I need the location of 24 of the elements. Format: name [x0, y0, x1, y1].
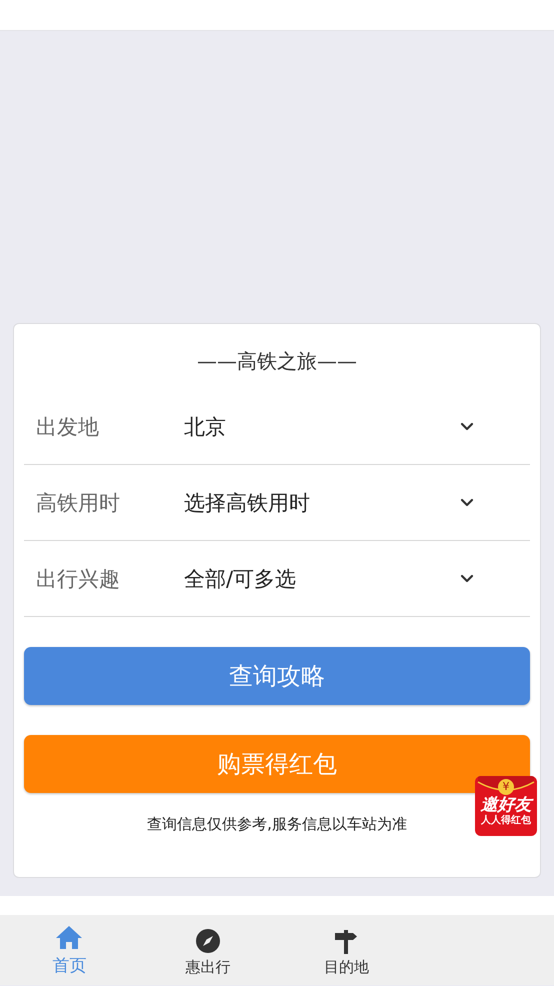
- dropdown-field[interactable]: 高铁用时 选择高铁用时: [24, 465, 530, 541]
- signpost-icon: [333, 928, 360, 954]
- dropdown-field[interactable]: 出行兴趣 全部/可多选: [24, 541, 530, 617]
- dropdown-field[interactable]: 出发地 北京: [24, 389, 530, 465]
- compass-icon: [194, 928, 221, 954]
- chevron-down-icon: [460, 574, 474, 583]
- field-label: 出行兴趣: [36, 566, 121, 592]
- nav-tab[interactable]: 惠出行: [138, 915, 277, 985]
- nav-tab[interactable]: 目的地: [277, 915, 416, 985]
- card-title: ——高铁之旅——: [197, 348, 357, 375]
- badge-subtitle: 人人得红包: [481, 815, 531, 827]
- field-label: 高铁用时: [36, 490, 121, 516]
- home-icon: [54, 924, 84, 950]
- disclaimer-text: 查询信息仅供参考,服务信息以车站为准: [147, 815, 407, 834]
- field-value: 全部/可多选: [184, 566, 298, 592]
- chevron-down-icon: [460, 498, 474, 507]
- badge-title: 邀好友: [480, 795, 532, 815]
- search-button[interactable]: 查询攻略: [24, 647, 530, 705]
- chevron-down-icon: [460, 422, 474, 431]
- field-label: 出发地: [36, 414, 100, 440]
- coin-symbol: ¥: [498, 779, 514, 795]
- invite-badge[interactable]: ¥ 邀好友 人人得红包: [475, 776, 537, 836]
- field-value: 选择高铁用时: [184, 490, 311, 516]
- field-value: 北京: [184, 414, 227, 440]
